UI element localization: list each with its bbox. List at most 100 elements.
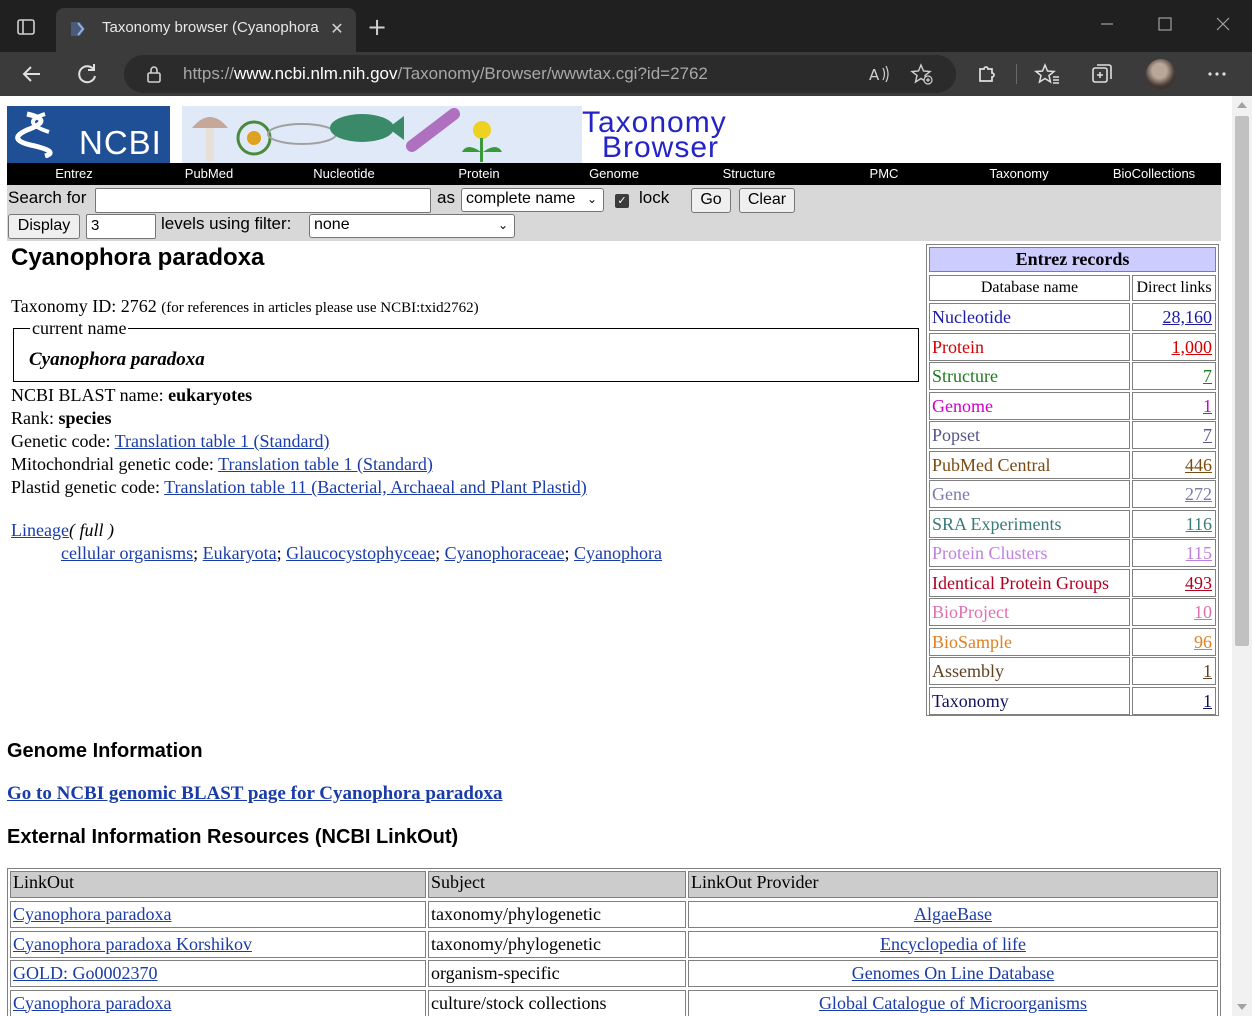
entrez-count-link[interactable]: 1 xyxy=(1132,686,1216,715)
linkout-link-text[interactable]: Genomes On Line Database xyxy=(852,963,1054,983)
linkout-link-text[interactable]: Cyanophora paradoxa xyxy=(13,904,171,924)
collections-icon[interactable] xyxy=(1088,60,1116,88)
entrez-count-link[interactable]: 493 xyxy=(1132,568,1216,597)
filter-select[interactable]: none ⌄ xyxy=(309,214,515,238)
entrez-db-name: Nucleotide xyxy=(929,303,1130,331)
lock-checkbox[interactable]: ✓ xyxy=(615,194,629,208)
nav-genome[interactable]: Genome xyxy=(547,166,681,181)
linkout-provider-link[interactable]: Encyclopedia of life xyxy=(688,930,1218,958)
linkout-provider-link[interactable]: Global Catalogue of Microorganisms xyxy=(688,989,1218,1016)
go-button[interactable]: Go xyxy=(691,188,731,213)
linkout-link[interactable]: Cyanophora paradoxa xyxy=(10,901,426,928)
entrez-count-link[interactable]: 96 xyxy=(1132,627,1216,656)
linkout-link[interactable]: Cyanophora paradoxa xyxy=(10,989,426,1016)
nav-pmc[interactable]: PMC xyxy=(817,166,951,181)
search-input[interactable] xyxy=(95,188,431,213)
maximize-icon[interactable] xyxy=(1150,12,1180,36)
display-button[interactable]: Display xyxy=(8,214,80,239)
entrez-count-link[interactable]: 7 xyxy=(1132,362,1216,390)
entrez-count-link[interactable]: 1 xyxy=(1132,657,1216,685)
linkout-subject: taxonomy/phylogenetic xyxy=(428,901,686,928)
current-name-box: current name Cyanophora paradoxa xyxy=(13,318,919,382)
close-window-icon[interactable] xyxy=(1208,12,1238,36)
entrez-count-link[interactable]: 115 xyxy=(1132,539,1216,567)
linkout-provider-link[interactable]: AlgaeBase xyxy=(688,901,1218,928)
favorites-icon[interactable] xyxy=(1033,60,1061,88)
linkout-link-text[interactable]: GOLD: Go0002370 xyxy=(13,963,158,983)
more-menu-icon[interactable] xyxy=(1203,60,1231,88)
clear-button[interactable]: Clear xyxy=(739,188,795,213)
entrez-row: Protein 1,000 xyxy=(929,332,1216,361)
lock-icon[interactable] xyxy=(146,65,162,83)
entrez-row: Genome 1 xyxy=(929,391,1216,420)
entrez-count-link[interactable]: 28,160 xyxy=(1132,303,1216,331)
nav-biocollections[interactable]: BioCollections xyxy=(1087,166,1221,181)
lineage-item[interactable]: Eukaryota xyxy=(203,543,277,563)
entrez-count-link[interactable]: 10 xyxy=(1132,598,1216,626)
entrez-count-link[interactable]: 7 xyxy=(1132,421,1216,449)
lineage-link[interactable]: Lineage xyxy=(11,520,69,540)
entrez-db-name: Popset xyxy=(929,421,1130,449)
search-bar: Search for as complete name ⌄ ✓ lock Go C… xyxy=(7,185,1221,241)
linkout-link-text[interactable]: Cyanophora paradoxa xyxy=(13,993,171,1013)
page-scrollbar[interactable] xyxy=(1232,96,1252,1016)
linkout-link-text[interactable]: AlgaeBase xyxy=(914,904,992,924)
entrez-count-link[interactable]: 116 xyxy=(1132,509,1216,538)
browser-tab-bar: Taxonomy browser (Cyanophora ✕ + xyxy=(0,0,1252,52)
entrez-row: Nucleotide 28,160 xyxy=(929,303,1216,331)
browser-tab-active[interactable]: Taxonomy browser (Cyanophora ✕ xyxy=(56,8,356,52)
nav-pubmed[interactable]: PubMed xyxy=(142,166,276,181)
genomic-blast-link[interactable]: Go to NCBI genomic BLAST page for Cyanop… xyxy=(7,783,502,805)
lock-label: lock xyxy=(639,188,670,207)
ncbi-logo[interactable]: NCBI xyxy=(7,106,170,163)
levels-input[interactable]: 3 xyxy=(86,214,156,239)
linkout-link[interactable]: Cyanophora paradoxa Korshikov xyxy=(10,930,426,958)
nav-protein[interactable]: Protein xyxy=(412,166,546,181)
scroll-thumb[interactable] xyxy=(1235,116,1249,646)
address-url[interactable]: https://www.ncbi.nlm.nih.gov/Taxonomy/Br… xyxy=(183,64,708,84)
linkout-subject: taxonomy/phylogenetic xyxy=(428,930,686,958)
plastid-code-link[interactable]: Translation table 11 (Bacterial, Archaea… xyxy=(164,477,587,497)
name-type-select[interactable]: complete name ⌄ xyxy=(461,188,604,212)
entrez-row: BioSample 96 xyxy=(929,627,1216,656)
tab-close-icon[interactable]: ✕ xyxy=(326,18,348,40)
entrez-count-link[interactable]: 1,000 xyxy=(1132,332,1216,361)
tab-title: Taxonomy browser (Cyanophora xyxy=(102,19,319,36)
linkout-link-text[interactable]: Global Catalogue of Microorganisms xyxy=(819,993,1087,1013)
linkout-provider-link[interactable]: Genomes On Line Database xyxy=(688,960,1218,987)
scroll-down-icon[interactable] xyxy=(1237,1004,1247,1010)
address-bar[interactable]: https://www.ncbi.nlm.nih.gov/Taxonomy/Br… xyxy=(124,55,956,93)
lineage-item[interactable]: Cyanophora xyxy=(574,543,662,563)
mito-code-link[interactable]: Translation table 1 (Standard) xyxy=(218,454,433,474)
lineage-item[interactable]: Cyanophoraceae xyxy=(445,543,565,563)
linkout-link[interactable]: GOLD: Go0002370 xyxy=(10,960,426,987)
lineage-full-toggle[interactable]: ( full ) xyxy=(69,520,114,540)
extensions-icon[interactable] xyxy=(972,60,1000,88)
lineage-item[interactable]: cellular organisms xyxy=(61,543,193,563)
add-favorite-icon[interactable] xyxy=(910,62,934,86)
entrez-row: PubMed Central 446 xyxy=(929,450,1216,479)
lineage-item[interactable]: Glaucocystophyceae xyxy=(286,543,435,563)
minimize-icon[interactable] xyxy=(1092,12,1122,36)
back-arrow-icon[interactable] xyxy=(18,60,46,88)
genetic-code-link[interactable]: Translation table 1 (Standard) xyxy=(115,431,330,451)
tab-actions-icon[interactable] xyxy=(16,17,36,37)
entrez-count-link[interactable]: 1 xyxy=(1132,391,1216,420)
refresh-icon[interactable] xyxy=(73,60,101,88)
entrez-row: Identical Protein Groups 493 xyxy=(929,568,1216,597)
nav-structure[interactable]: Structure xyxy=(682,166,816,181)
lineage-line: Lineage( full ) xyxy=(11,520,114,541)
entrez-count-link[interactable]: 446 xyxy=(1132,450,1216,479)
entrez-count-link[interactable]: 272 xyxy=(1132,480,1216,508)
scroll-up-icon[interactable] xyxy=(1237,102,1247,108)
linkout-link-text[interactable]: Cyanophora paradoxa Korshikov xyxy=(13,934,252,954)
nav-entrez[interactable]: Entrez xyxy=(7,166,141,181)
linkout-link-text[interactable]: Encyclopedia of life xyxy=(880,934,1026,954)
profile-avatar[interactable] xyxy=(1146,59,1176,89)
read-aloud-icon[interactable]: A xyxy=(866,62,890,86)
nav-taxonomy[interactable]: Taxonomy xyxy=(952,166,1086,181)
new-tab-icon[interactable]: + xyxy=(364,14,390,40)
mito-code-line: Mitochondrial genetic code: Translation … xyxy=(11,454,433,474)
nav-nucleotide[interactable]: Nucleotide xyxy=(277,166,411,181)
levels-label: levels using filter: xyxy=(161,214,292,233)
